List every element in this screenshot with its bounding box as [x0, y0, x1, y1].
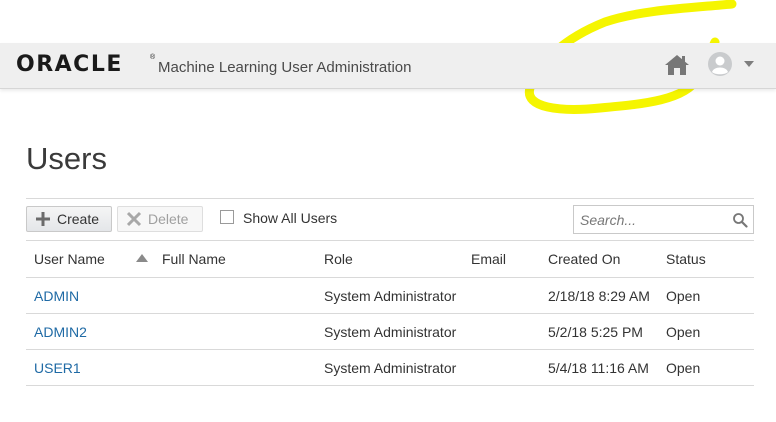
role-cell: System Administrator [316, 349, 463, 386]
email-cell [463, 277, 540, 314]
full-name-cell [154, 313, 316, 350]
column-header-created-on[interactable]: Created On [540, 240, 658, 278]
page-title: Users [26, 140, 107, 176]
created-on-cell: 5/2/18 5:25 PM [540, 313, 658, 350]
table-row[interactable]: ADMIN2 System Administrator 5/2/18 5:25 … [26, 313, 754, 350]
x-icon [126, 211, 142, 227]
search-box[interactable] [573, 205, 754, 234]
role-cell: System Administrator [316, 313, 463, 350]
column-header-user-name[interactable]: User Name [26, 240, 154, 278]
delete-button-label: Delete [148, 211, 189, 227]
status-cell: Open [658, 313, 754, 350]
email-cell [463, 349, 540, 386]
avatar-icon[interactable] [708, 52, 732, 76]
status-cell: Open [658, 349, 754, 386]
delete-button[interactable]: Delete [117, 206, 203, 232]
plus-icon [36, 212, 50, 226]
oracle-logo: ORACLE [16, 52, 123, 77]
column-header-label: User Name [34, 250, 105, 267]
home-icon[interactable] [664, 53, 690, 77]
create-button-label: Create [57, 211, 100, 227]
role-cell: System Administrator [316, 277, 463, 314]
users-table: User Name Full Name Role Email Created O… [26, 240, 754, 386]
created-on-cell: 2/18/18 8:29 AM [540, 277, 658, 314]
column-header-status[interactable]: Status [658, 240, 754, 278]
top-bar: ORACLE ® Machine Learning User Administr… [0, 43, 776, 89]
show-all-users-checkbox[interactable] [220, 210, 234, 224]
email-cell [463, 313, 540, 350]
column-header-role[interactable]: Role [316, 240, 463, 278]
user-name-link[interactable]: ADMIN [26, 277, 154, 314]
column-header-email[interactable]: Email [463, 240, 540, 278]
caret-down-icon[interactable] [744, 61, 754, 67]
show-all-users-label: Show All Users [243, 210, 338, 226]
table-row[interactable]: ADMIN System Administrator 2/18/18 8:29 … [26, 277, 754, 314]
column-header-full-name[interactable]: Full Name [154, 240, 316, 278]
created-on-cell: 5/4/18 11:16 AM [540, 349, 658, 386]
create-button[interactable]: Create [26, 206, 112, 232]
toolbar: Create Delete Show All Users [26, 198, 754, 241]
table-header-row: User Name Full Name Role Email Created O… [26, 240, 754, 278]
search-input[interactable] [580, 210, 725, 229]
sort-ascending-icon[interactable] [136, 254, 148, 262]
status-cell: Open [658, 277, 754, 314]
user-name-link[interactable]: ADMIN2 [26, 313, 154, 350]
full-name-cell [154, 349, 316, 386]
registered-mark: ® [150, 54, 156, 61]
app-title: Machine Learning User Administration [158, 59, 412, 76]
full-name-cell [154, 277, 316, 314]
user-name-link[interactable]: USER1 [26, 349, 154, 386]
search-icon[interactable] [732, 212, 748, 228]
table-row[interactable]: USER1 System Administrator 5/4/18 11:16 … [26, 349, 754, 386]
